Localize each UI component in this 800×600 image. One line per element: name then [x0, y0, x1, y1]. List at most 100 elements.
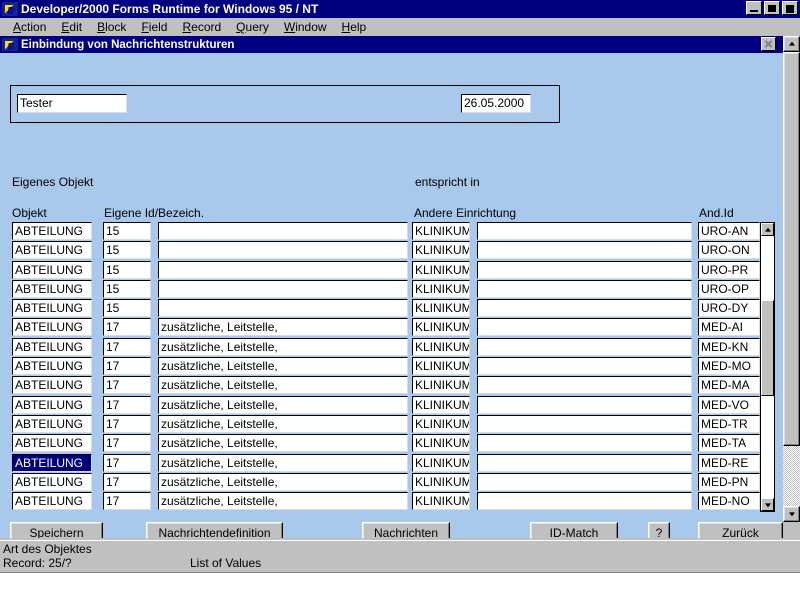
- cell-objekt[interactable]: ABTEILUNG: [12, 222, 92, 240]
- nachrichtendefinition-button[interactable]: Nachrichtendefinition: [146, 522, 283, 538]
- table-row[interactable]: ABTEILUNG17zusätzliche, Leitstelle,KLINI…: [0, 357, 783, 376]
- cell-freitext[interactable]: [477, 376, 692, 394]
- cell-einrichtung[interactable]: KLINIKUM: [412, 338, 470, 356]
- cell-einrichtung[interactable]: KLINIKUM: [412, 357, 470, 375]
- cell-eigene-id[interactable]: 17: [103, 492, 151, 510]
- table-row[interactable]: ABTEILUNG 17 zusätzliche, Leitstelle,KLINI…: [0, 396, 783, 415]
- cell-eigene-id[interactable]: 17: [103, 415, 151, 433]
- minimize-button[interactable]: [746, 1, 762, 15]
- cell-bezeichnung[interactable]: [158, 299, 408, 317]
- nachrichten-button[interactable]: Nachrichten: [362, 522, 450, 538]
- form-close-icon[interactable]: [761, 37, 776, 51]
- table-row[interactable]: ABTEILUNG17zusätzliche, Leitstelle,KLINI…: [0, 454, 783, 473]
- cell-freitext[interactable]: [477, 473, 692, 491]
- menu-item-help[interactable]: Help: [335, 19, 375, 35]
- cell-einrichtung[interactable]: KLINIKUM: [412, 280, 470, 298]
- table-row[interactable]: ABTEILUNG17zusätzliche, Leitstelle,KLINI…: [0, 473, 783, 492]
- cell-eigene-id[interactable]: 17: [103, 338, 151, 356]
- cell-bezeichnung[interactable]: zusätzliche, Leitstelle,: [158, 434, 408, 452]
- cell-and-id[interactable]: MED-AI: [698, 318, 760, 336]
- form-vertical-scrollbar[interactable]: [783, 36, 800, 522]
- cell-eigene-id[interactable]: 15: [103, 222, 151, 240]
- table-row[interactable]: ABTEILUNG15KLINIKUMURO-ON: [0, 241, 783, 260]
- cell-bezeichnung[interactable]: [158, 261, 408, 279]
- cell-bezeichnung[interactable]: zusätzliche, Leitstelle,: [158, 473, 408, 491]
- cell-bezeichnung[interactable]: zusätzliche, Leitstelle,: [158, 396, 408, 414]
- user-field[interactable]: Tester: [17, 94, 127, 113]
- table-row[interactable]: ABTEILUNG17zusätzliche, Leitstelle,KLINI…: [0, 415, 783, 434]
- table-row[interactable]: ABTEILUNG15KLINIKUMURO-DY: [0, 299, 783, 318]
- cell-objekt[interactable]: ABTEILUNG: [12, 376, 92, 394]
- cell-eigene-id[interactable]: 17: [103, 396, 151, 414]
- cell-bezeichnung[interactable]: zusätzliche, Leitstelle,: [158, 318, 408, 336]
- cell-freitext[interactable]: [477, 222, 692, 240]
- speichern-button[interactable]: Speichern: [10, 522, 103, 538]
- table-row[interactable]: ABTEILUNG15KLINIKUMURO-OP: [0, 280, 783, 299]
- table-row[interactable]: ABTEILUNG 17 zusätzliche, Leitstelle,KLINI…: [0, 376, 783, 395]
- cell-bezeichnung[interactable]: zusätzliche, Leitstelle,: [158, 492, 408, 510]
- id-match-button[interactable]: ID-Match: [530, 522, 618, 538]
- cell-eigene-id[interactable]: 15: [103, 241, 151, 259]
- close-button[interactable]: [782, 1, 798, 15]
- cell-einrichtung[interactable]: KLINIKUM: [412, 376, 470, 394]
- cell-eigene-id[interactable]: 17: [103, 434, 151, 452]
- cell-bezeichnung[interactable]: zusätzliche, Leitstelle,: [158, 357, 408, 375]
- cell-freitext[interactable]: [477, 261, 692, 279]
- cell-einrichtung[interactable]: KLINIKUM: [412, 299, 470, 317]
- cell-eigene-id[interactable]: 17: [103, 318, 151, 336]
- cell-and-id[interactable]: MED-NO: [698, 492, 760, 510]
- scroll-down-icon[interactable]: [783, 506, 800, 522]
- cell-einrichtung[interactable]: KLINIKUM: [412, 222, 470, 240]
- cell-einrichtung[interactable]: KLINIKUM: [412, 415, 470, 433]
- cell-freitext[interactable]: [477, 241, 692, 259]
- cell-bezeichnung[interactable]: [158, 222, 408, 240]
- cell-freitext[interactable]: [477, 434, 692, 452]
- help-button[interactable]: ?: [648, 522, 670, 538]
- cell-and-id[interactable]: MED-VO: [698, 396, 760, 414]
- table-row[interactable]: ABTEILUNG15KLINIKUMURO-PR: [0, 261, 783, 280]
- cell-eigene-id[interactable]: 17: [103, 357, 151, 375]
- cell-and-id[interactable]: MED-KN: [698, 338, 760, 356]
- menu-item-window[interactable]: Window: [277, 19, 335, 35]
- cell-and-id[interactable]: URO-AN: [698, 222, 760, 240]
- grid-scroll-down-icon[interactable]: [761, 498, 774, 511]
- table-row[interactable]: ABTEILUNG 17 zusätzliche, Leitstelle,KLINI…: [0, 492, 783, 511]
- restore-button[interactable]: [764, 1, 780, 15]
- grid-scrollbar[interactable]: [760, 222, 775, 512]
- cell-objekt[interactable]: ABTEILUNG: [12, 241, 92, 259]
- cell-bezeichnung[interactable]: [158, 241, 408, 259]
- cell-einrichtung[interactable]: KLINIKUM: [412, 241, 470, 259]
- menu-item-query[interactable]: Query: [229, 19, 277, 35]
- cell-bezeichnung[interactable]: zusätzliche, Leitstelle,: [158, 415, 408, 433]
- cell-einrichtung[interactable]: KLINIKUM: [412, 396, 470, 414]
- cell-objekt[interactable]: ABTEILUNG: [12, 492, 92, 510]
- menu-item-action[interactable]: Action: [6, 19, 54, 35]
- cell-freitext[interactable]: [477, 318, 692, 336]
- cell-eigene-id[interactable]: 15: [103, 280, 151, 298]
- menu-item-edit[interactable]: Edit: [54, 19, 90, 35]
- table-row[interactable]: ABTEILUNG17zusätzliche, Leitstelle,KLINI…: [0, 338, 783, 357]
- cell-objekt[interactable]: ABTEILUNG: [12, 473, 92, 491]
- cell-objekt[interactable]: ABTEILUNG: [12, 261, 92, 279]
- cell-eigene-id[interactable]: 17: [103, 376, 151, 394]
- cell-objekt[interactable]: ABTEILUNG: [12, 396, 92, 414]
- vscroll-thumb[interactable]: [783, 52, 800, 446]
- cell-bezeichnung[interactable]: zusätzliche, Leitstelle,: [158, 338, 408, 356]
- cell-objekt[interactable]: ABTEILUNG: [12, 454, 92, 472]
- grid-scrollbar-thumb[interactable]: [761, 300, 774, 396]
- cell-bezeichnung[interactable]: [158, 280, 408, 298]
- cell-and-id[interactable]: URO-PR: [698, 261, 760, 279]
- zurueck-button[interactable]: Zurück: [698, 522, 783, 538]
- menu-item-block[interactable]: Block: [90, 19, 134, 35]
- cell-freitext[interactable]: [477, 280, 692, 298]
- cell-freitext[interactable]: [477, 338, 692, 356]
- cell-and-id[interactable]: MED-MO: [698, 357, 760, 375]
- cell-einrichtung[interactable]: KLINIKUM: [412, 492, 470, 510]
- cell-eigene-id[interactable]: 17: [103, 454, 151, 472]
- cell-bezeichnung[interactable]: zusätzliche, Leitstelle,: [158, 376, 408, 394]
- cell-eigene-id[interactable]: 15: [103, 299, 151, 317]
- cell-and-id[interactable]: URO-DY: [698, 299, 760, 317]
- cell-freitext[interactable]: [477, 415, 692, 433]
- cell-einrichtung[interactable]: KLINIKUM: [412, 318, 470, 336]
- table-row[interactable]: ABTEILUNG17zusätzliche, Leitstelle,KLINI…: [0, 318, 783, 337]
